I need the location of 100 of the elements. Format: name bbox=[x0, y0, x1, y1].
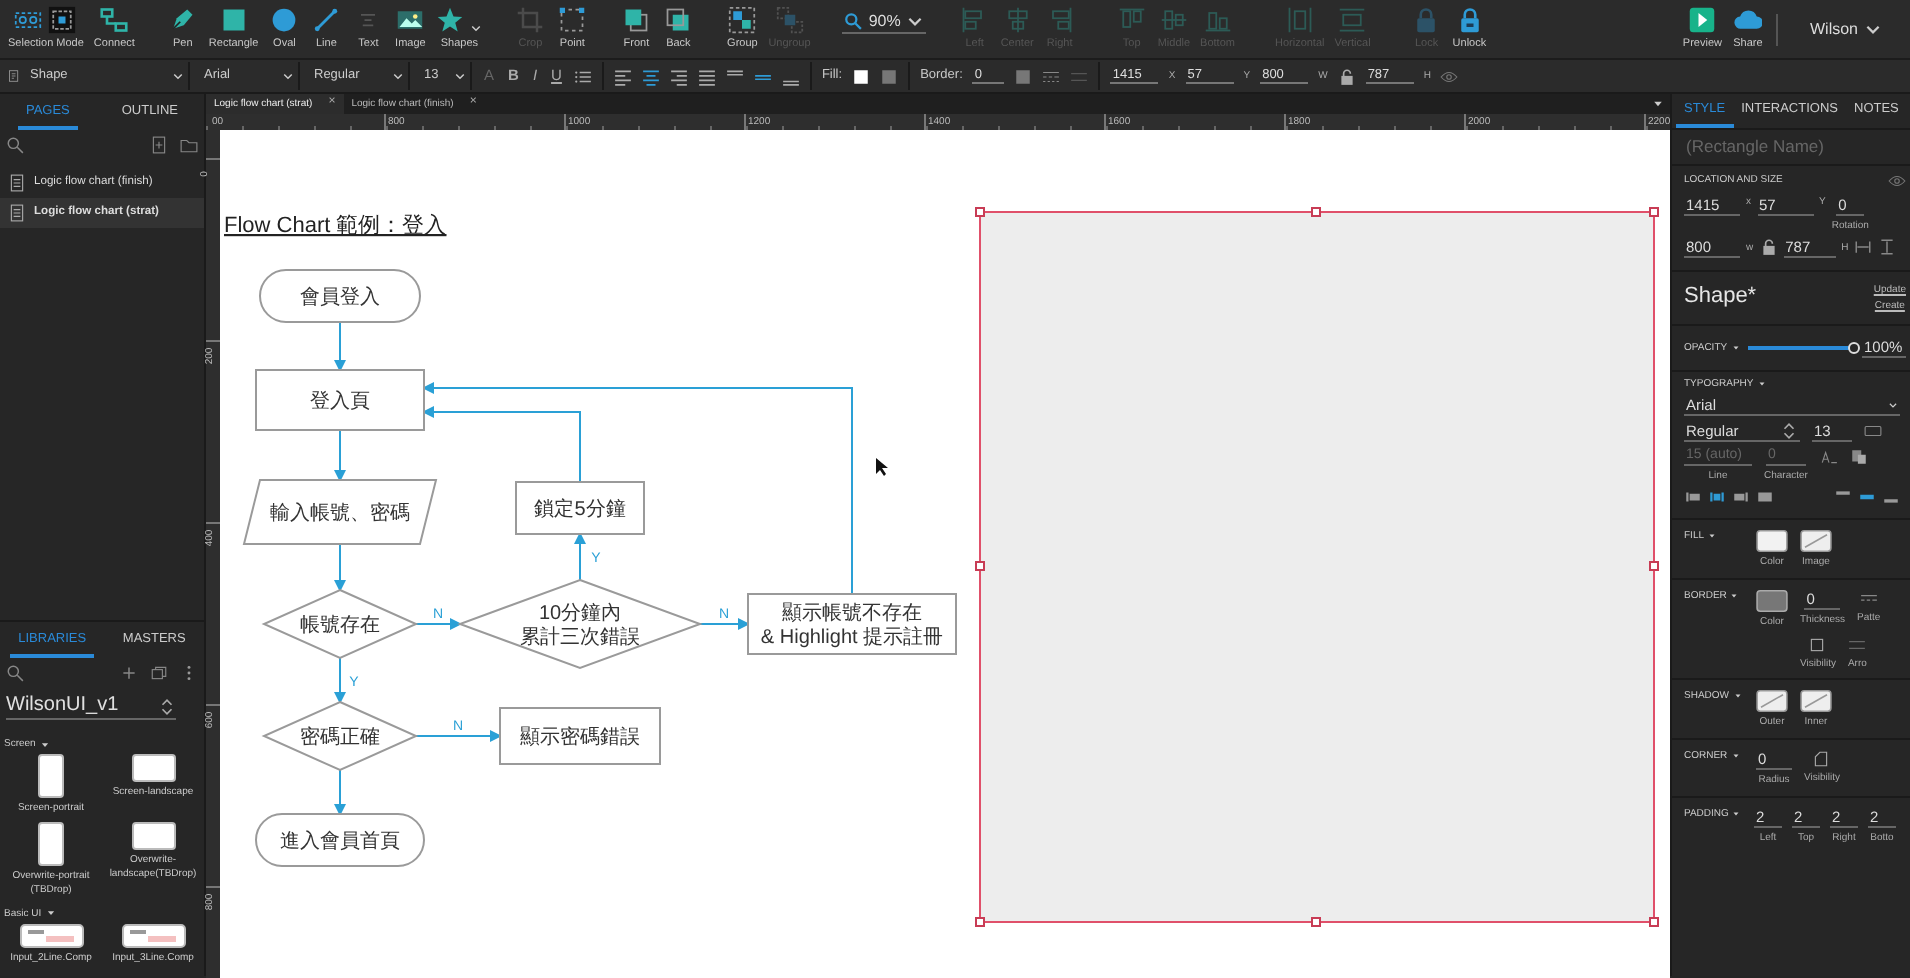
search-icon[interactable] bbox=[6, 664, 24, 682]
connector-arrow bbox=[334, 657, 346, 704]
connector-arrow bbox=[334, 429, 346, 482]
plus-icon[interactable] bbox=[120, 664, 138, 682]
node-label: 10分鐘內 bbox=[538, 603, 622, 625]
arrow-style-icon[interactable] bbox=[1848, 635, 1867, 654]
text-case-icon[interactable] bbox=[1819, 447, 1838, 466]
corner-icon[interactable] bbox=[1812, 749, 1831, 768]
resize-handle[interactable] bbox=[975, 561, 985, 571]
point-icon bbox=[558, 6, 587, 34]
caret-icon bbox=[392, 70, 404, 82]
search-icon[interactable] bbox=[6, 136, 24, 154]
frame-icon bbox=[48, 6, 77, 34]
connector-arrow bbox=[415, 618, 462, 630]
dropdown-caret-icon bbox=[39, 739, 50, 749]
align-bottom-icon bbox=[1203, 6, 1232, 34]
resize-handle[interactable] bbox=[1649, 561, 1659, 571]
resize-handle[interactable] bbox=[975, 207, 985, 217]
fit-height-icon[interactable] bbox=[1878, 238, 1897, 257]
folder-icon[interactable] bbox=[180, 136, 198, 154]
zoom-dropdown[interactable]: 90% bbox=[842, 12, 927, 34]
resize-handle[interactable] bbox=[1311, 917, 1321, 927]
align-top-icon bbox=[1117, 6, 1146, 34]
node-label: 鎖定5分鐘 bbox=[534, 499, 626, 521]
resize-handle[interactable] bbox=[1649, 917, 1659, 927]
node-label: 顯示帳號不存在 bbox=[782, 603, 922, 625]
mouse-cursor-icon bbox=[876, 458, 888, 476]
distribute-horizontal-icon bbox=[1285, 6, 1314, 34]
inner-shadow-swatch[interactable] bbox=[1800, 689, 1832, 712]
cloud-icon bbox=[1733, 6, 1762, 34]
line-icon bbox=[312, 6, 341, 34]
bring-front-icon bbox=[622, 6, 651, 34]
text-box-icon[interactable] bbox=[1864, 422, 1882, 441]
square-icon bbox=[219, 6, 248, 34]
menu-caret-icon bbox=[1652, 98, 1664, 110]
play-icon bbox=[1688, 6, 1717, 34]
lock-icon bbox=[1412, 6, 1441, 34]
node-label: 進入會員首頁 bbox=[280, 831, 400, 853]
align-text-right-icon[interactable] bbox=[669, 67, 688, 85]
style-name: Shape* bbox=[1684, 284, 1757, 311]
canvas-title: Flow Chart 範例：登入 bbox=[224, 214, 447, 238]
dropdown-caret-icon bbox=[45, 908, 56, 919]
eye-icon[interactable] bbox=[1440, 67, 1459, 85]
border-color-swatch[interactable] bbox=[1014, 67, 1033, 85]
fill-color-swatch[interactable] bbox=[852, 67, 871, 85]
page-icon bbox=[8, 204, 26, 222]
lock-icon[interactable] bbox=[1337, 67, 1356, 85]
align-text-left-icon[interactable] bbox=[613, 67, 632, 85]
user-menu[interactable]: Wilson bbox=[1797, 18, 1894, 42]
dropdown-caret-icon bbox=[1757, 379, 1766, 388]
outer-shadow-swatch[interactable] bbox=[1756, 689, 1788, 712]
copy-icon[interactable] bbox=[150, 664, 168, 682]
resize-handle[interactable] bbox=[1311, 207, 1321, 217]
dropdown-caret-icon bbox=[1732, 809, 1741, 818]
updown-caret-icon bbox=[1780, 421, 1798, 440]
library-dropdown[interactable]: WilsonUI_v1 bbox=[6, 694, 176, 720]
dropdown-caret-icon bbox=[1730, 591, 1739, 600]
align-text-left-icon[interactable] bbox=[1684, 487, 1702, 506]
node-label: 登入頁 bbox=[310, 391, 370, 413]
caret-icon bbox=[172, 70, 184, 82]
pen-icon bbox=[168, 6, 197, 34]
border-visibility-icon[interactable] bbox=[1808, 635, 1827, 654]
node-label: 密碼正確 bbox=[300, 727, 380, 749]
search-icon bbox=[844, 12, 863, 31]
node-label: & Highlight 提示註冊 bbox=[760, 627, 944, 649]
add-page-icon[interactable] bbox=[150, 136, 168, 154]
name-field[interactable]: (Rectangle Name) bbox=[1684, 136, 1900, 157]
fit-width-icon[interactable] bbox=[1854, 238, 1873, 257]
dash-pattern-icon[interactable] bbox=[1042, 67, 1061, 85]
connector-arrow bbox=[334, 543, 346, 592]
opacity-slider[interactable] bbox=[1747, 341, 1854, 354]
eye-icon[interactable] bbox=[1888, 171, 1906, 190]
align-text-right-icon[interactable] bbox=[1732, 487, 1750, 506]
fill-color-swatch[interactable] bbox=[1756, 529, 1788, 552]
justify-text-icon[interactable] bbox=[1756, 487, 1774, 506]
justify-text-icon[interactable] bbox=[697, 67, 716, 85]
selection-icon bbox=[14, 6, 43, 34]
resize-handle[interactable] bbox=[1649, 207, 1659, 217]
align-text-center-icon[interactable] bbox=[641, 67, 660, 85]
connector-arrow bbox=[334, 321, 346, 372]
lock-icon[interactable] bbox=[1759, 238, 1778, 257]
caret-icon bbox=[470, 22, 483, 34]
distribute-vertical-icon bbox=[1338, 6, 1367, 34]
updown-caret-icon bbox=[158, 697, 176, 715]
border-color-swatch[interactable] bbox=[1756, 589, 1788, 612]
node-label: 帳號存在 bbox=[300, 615, 380, 637]
fill-image-swatch[interactable] bbox=[880, 67, 899, 85]
connector-icon bbox=[100, 6, 129, 34]
ungroup-icon bbox=[775, 6, 804, 34]
connector-arrow bbox=[334, 769, 346, 816]
landscape-thumbnail bbox=[131, 754, 175, 782]
input-field-thumbnail bbox=[19, 923, 83, 948]
align-middle-icon bbox=[1159, 6, 1188, 34]
resize-handle[interactable] bbox=[975, 917, 985, 927]
paste-style-icon[interactable] bbox=[1849, 447, 1868, 466]
slider-fill[interactable] bbox=[1747, 345, 1854, 350]
align-text-center-icon[interactable] bbox=[1708, 487, 1726, 506]
input-field-thumbnail bbox=[121, 923, 185, 948]
fill-image-swatch[interactable] bbox=[1800, 529, 1832, 552]
node-label: 累計三次錯誤 bbox=[520, 627, 640, 649]
